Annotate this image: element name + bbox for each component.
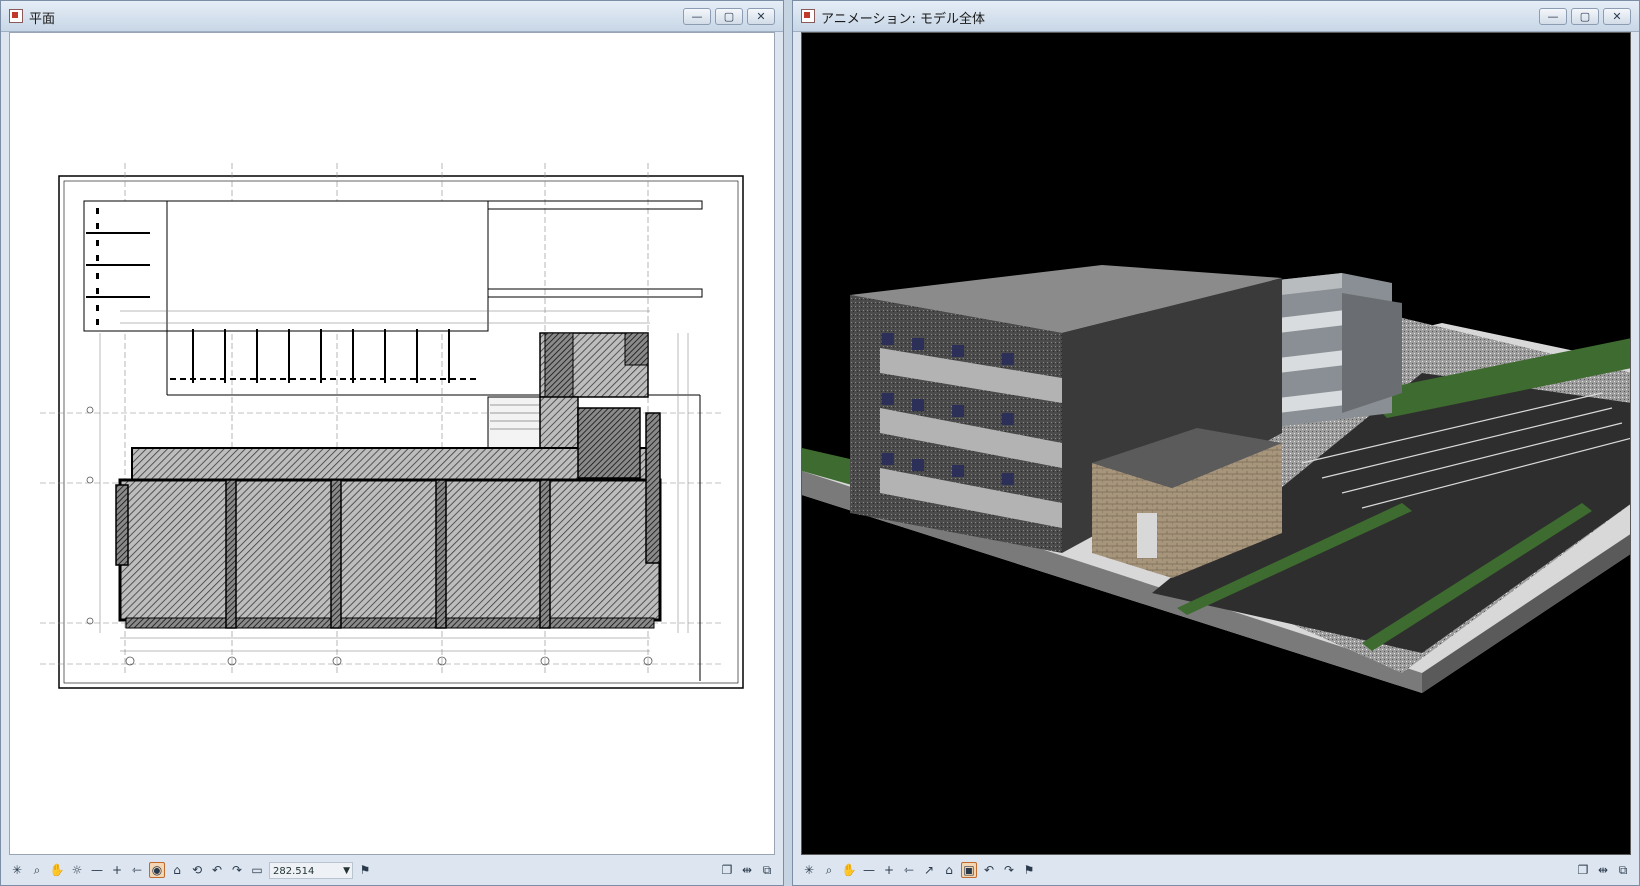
paste-icon[interactable]: ⧉ — [1615, 862, 1631, 878]
copy-window-icon[interactable]: ❐ — [719, 862, 735, 878]
plan-window: 平面 — ▢ ✕ ✳ ⌕ ✋ ☼ — + ⇽ ◉ ⌂ ⟲ ↶ ↷ ▭ 282.5… — [0, 0, 784, 886]
rotate-icon[interactable]: ⟲ — [189, 862, 205, 878]
3d-view-canvas[interactable] — [801, 32, 1631, 855]
asterisk-icon[interactable]: ✳ — [9, 862, 25, 878]
camera-icon[interactable]: ▣ — [961, 862, 977, 878]
minimize-button[interactable]: — — [683, 8, 711, 25]
maximize-button[interactable]: ▢ — [1571, 8, 1599, 25]
zoom-input[interactable]: 282.514 ▼ — [269, 861, 353, 880]
app-icon — [801, 9, 815, 23]
close-button[interactable]: ✕ — [747, 8, 775, 25]
sun-icon[interactable]: ☼ — [69, 862, 85, 878]
paste-icon[interactable]: ⧉ — [759, 862, 775, 878]
app-icon — [9, 9, 23, 23]
animation-window: アニメーション: モデル全体 — ▢ ✕ ✳ ⌕ ✋ — + ⇽ ↗ ⌂ ▣ ↶… — [792, 0, 1640, 886]
minus-icon[interactable]: — — [89, 862, 105, 878]
plus-icon[interactable]: + — [881, 862, 897, 878]
asterisk-icon[interactable]: ✳ — [801, 862, 817, 878]
redo-icon[interactable]: ↷ — [1001, 862, 1017, 878]
arrows-icon[interactable]: ⇽ — [129, 862, 145, 878]
render-icon[interactable]: ◉ — [149, 862, 165, 878]
floor-plan-canvas[interactable] — [9, 32, 775, 855]
pin-icon[interactable]: ⚑ — [357, 862, 373, 878]
minimize-button[interactable]: — — [1539, 8, 1567, 25]
anim-toolbar: ✳ ⌕ ✋ — + ⇽ ↗ ⌂ ▣ ↶ ↷ ⚑ ❐ ⇹ ⧉ — [801, 857, 1631, 883]
zoom-value: 282.514 — [273, 865, 315, 877]
pan-hand-icon[interactable]: ✋ — [49, 862, 65, 878]
home-icon[interactable]: ⌂ — [169, 862, 185, 878]
zoom-icon[interactable]: ⌕ — [821, 862, 837, 878]
home-icon[interactable]: ⌂ — [941, 862, 957, 878]
minus-icon[interactable]: — — [861, 862, 877, 878]
copy-window-icon[interactable]: ❐ — [1575, 862, 1591, 878]
undo-icon[interactable]: ↶ — [209, 862, 225, 878]
building-3d-render — [802, 265, 1630, 693]
split-icon[interactable]: ⇹ — [1595, 862, 1611, 878]
flag-icon[interactable]: ⚑ — [1021, 862, 1037, 878]
undo-icon[interactable]: ↶ — [981, 862, 997, 878]
maximize-button[interactable]: ▢ — [715, 8, 743, 25]
plan-titlebar[interactable]: 平面 — ▢ ✕ — [1, 1, 783, 32]
folder-icon[interactable]: ▭ — [249, 862, 265, 878]
plan-toolbar: ✳ ⌕ ✋ ☼ — + ⇽ ◉ ⌂ ⟲ ↶ ↷ ▭ 282.514 ▼ ⚑ ❐ … — [9, 857, 775, 883]
split-icon[interactable]: ⇹ — [739, 862, 755, 878]
anim-window-title: アニメーション: モデル全体 — [821, 12, 985, 27]
close-button[interactable]: ✕ — [1603, 8, 1631, 25]
plus-icon[interactable]: + — [109, 862, 125, 878]
arrows-icon[interactable]: ⇽ — [901, 862, 917, 878]
redo-icon[interactable]: ↷ — [229, 862, 245, 878]
plan-window-title: 平面 — [29, 12, 56, 27]
pan-hand-icon[interactable]: ✋ — [841, 862, 857, 878]
floor-plan-drawing — [40, 163, 744, 689]
anim-titlebar[interactable]: アニメーション: モデル全体 — ▢ ✕ — [793, 1, 1639, 32]
zoom-icon[interactable]: ⌕ — [29, 862, 45, 878]
walk-icon[interactable]: ↗ — [921, 862, 937, 878]
chevron-down-icon[interactable]: ▼ — [343, 863, 350, 880]
